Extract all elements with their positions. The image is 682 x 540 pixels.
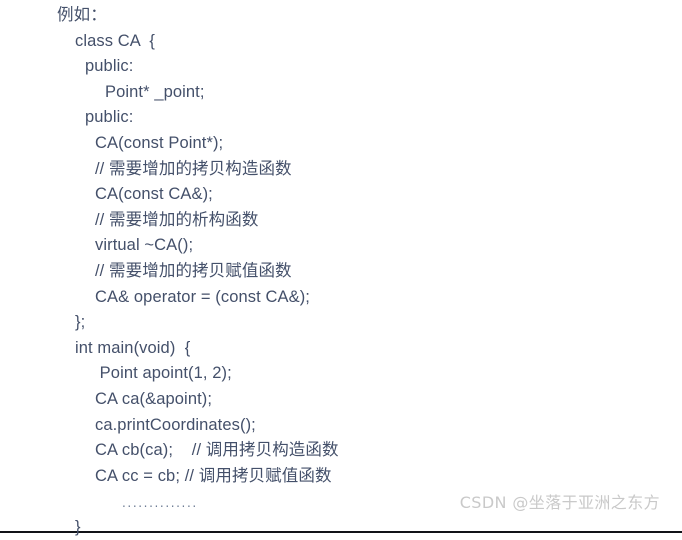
ellipsis-dots: ..............: [122, 496, 198, 511]
code-line: Point apoint(1, 2);: [95, 364, 232, 383]
code-snippet-panel: 例如： class CA {public: Point* _point; public…: [0, 0, 682, 536]
code-line: CA cb(ca); // 调用拷贝构造函数: [95, 441, 339, 460]
code-line: public:: [85, 108, 134, 127]
code-line: CA ca(&apoint);: [95, 389, 213, 408]
code-line: CA(const CA&);: [95, 185, 213, 204]
code-block: 例如： class CA {public: Point* _point; public…: [0, 3, 682, 540]
code-line: ca.printCoordinates();: [95, 415, 256, 434]
csdn-watermark: CSDN @坐落于亚洲之东方: [459, 493, 660, 512]
code-line: // 需要增加的析构函数: [95, 210, 259, 229]
code-line: };: [75, 313, 86, 332]
code-line: // 需要增加的拷贝构造函数: [95, 159, 292, 178]
code-line: class CA {: [75, 31, 155, 50]
code-line: CA& operator = (const CA&);: [95, 287, 310, 306]
code-line: 例如：: [57, 6, 107, 24]
code-line: CA cc = cb; // 调用拷贝赋值函数: [95, 466, 332, 485]
code-line: Point* _point;: [105, 82, 205, 101]
code-line: virtual ~CA();: [95, 236, 194, 255]
code-line: CA(const Point*);: [95, 133, 224, 152]
code-line: // 需要增加的拷贝赋值函数: [95, 261, 292, 280]
code-line: }: [75, 517, 81, 536]
code-line: public:: [85, 57, 134, 76]
code-line: int main(void) {: [75, 338, 191, 357]
